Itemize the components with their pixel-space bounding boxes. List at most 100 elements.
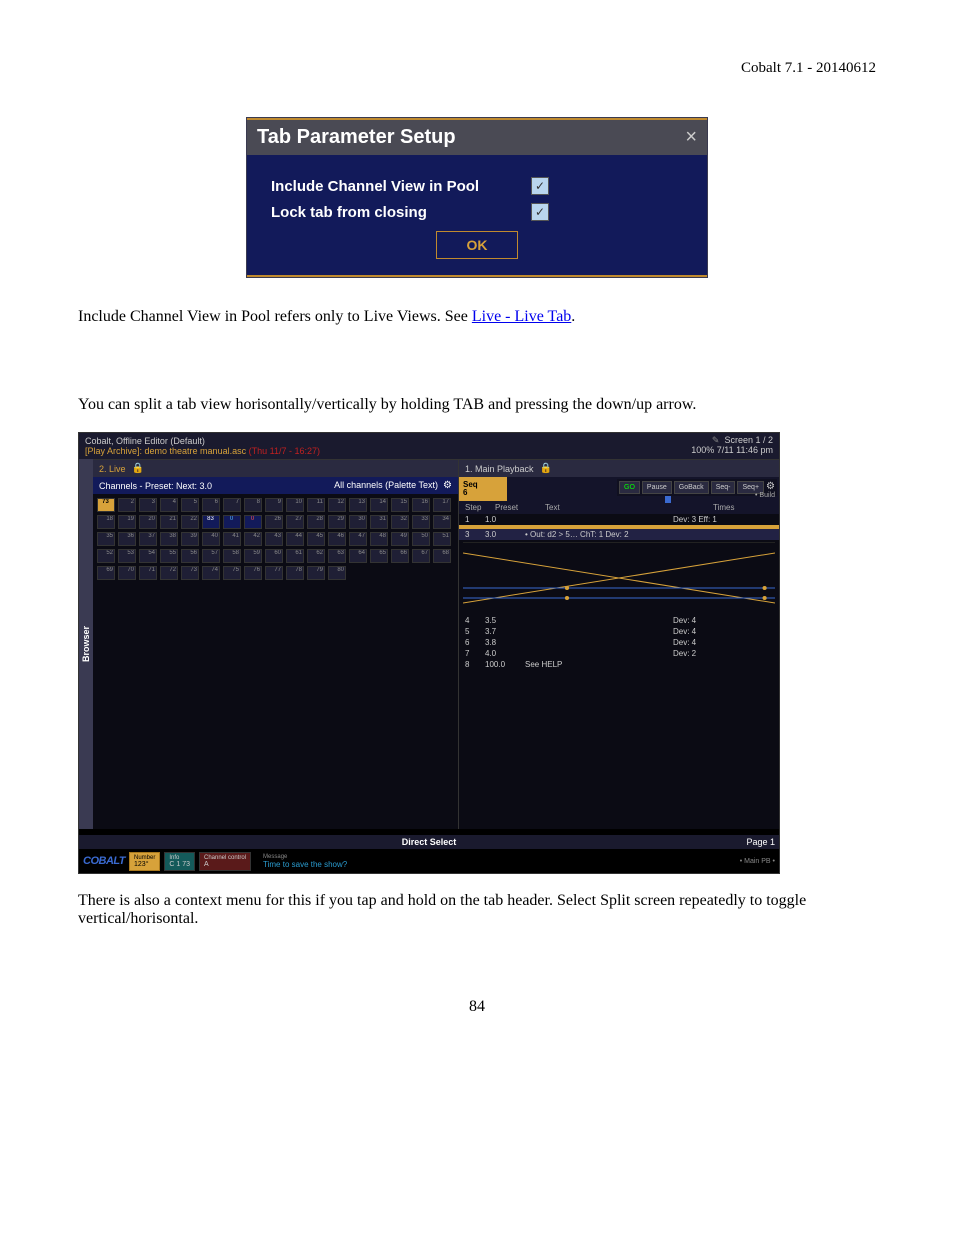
- channel-cell[interactable]: 62: [307, 549, 325, 563]
- goback-button[interactable]: GoBack: [674, 481, 709, 494]
- channel-cell[interactable]: 7: [223, 498, 241, 512]
- channel-cell[interactable]: 68: [433, 549, 451, 563]
- go-button[interactable]: GO: [619, 481, 640, 494]
- channel-cell[interactable]: 10: [286, 498, 304, 512]
- channel-cell[interactable]: 77: [265, 566, 283, 580]
- channel-cell[interactable]: 30: [349, 515, 367, 529]
- channel-cell[interactable]: 69: [97, 566, 115, 580]
- footer-channel-control[interactable]: Channel control A: [199, 852, 251, 871]
- cue-row[interactable]: 63.8Dev: 4: [459, 637, 779, 648]
- footer-info[interactable]: Info C 1 73: [164, 852, 195, 871]
- channel-cell[interactable]: 22: [181, 515, 199, 529]
- channel-cell[interactable]: 0: [223, 515, 241, 529]
- tab-main-playback[interactable]: 1. Main Playback 🔒: [459, 460, 779, 477]
- channel-cell[interactable]: 15: [391, 498, 409, 512]
- channel-cell[interactable]: 58: [223, 549, 241, 563]
- channel-cell[interactable]: 9: [265, 498, 283, 512]
- channel-cell[interactable]: 34: [433, 515, 451, 529]
- channel-cell[interactable]: 11: [307, 498, 325, 512]
- channel-cell[interactable]: 79: [307, 566, 325, 580]
- channel-cell[interactable]: 29: [328, 515, 346, 529]
- channel-cell[interactable]: 53: [118, 549, 136, 563]
- gear-icon[interactable]: ⚙: [443, 480, 452, 491]
- include-channel-checkbox[interactable]: ✓: [531, 177, 549, 195]
- channel-cell[interactable]: 71: [139, 566, 157, 580]
- channel-cell[interactable]: 73: [181, 566, 199, 580]
- cue-row[interactable]: 8100.0See HELP: [459, 659, 779, 670]
- channel-cell[interactable]: 74: [202, 566, 220, 580]
- channel-cell[interactable]: 64: [349, 549, 367, 563]
- seq-label[interactable]: Seq 6: [459, 477, 507, 501]
- channel-cell[interactable]: 6: [202, 498, 220, 512]
- channel-cell[interactable]: 45: [307, 532, 325, 546]
- channel-cell[interactable]: 18: [97, 515, 115, 529]
- channel-cell[interactable]: 38: [160, 532, 178, 546]
- channel-cell[interactable]: 31: [370, 515, 388, 529]
- channel-cell[interactable]: 50: [412, 532, 430, 546]
- channel-cell[interactable]: 52: [97, 549, 115, 563]
- channel-cell[interactable]: 44: [286, 532, 304, 546]
- channel-cell[interactable]: 47: [349, 532, 367, 546]
- channel-cell[interactable]: 32: [391, 515, 409, 529]
- cue-row[interactable]: 53.7Dev: 4: [459, 626, 779, 637]
- lock-tab-checkbox[interactable]: ✓: [531, 203, 549, 221]
- channel-cell[interactable]: 49: [391, 532, 409, 546]
- cue-row[interactable]: 11.0Dev: 3 Eff: 1: [459, 514, 779, 525]
- channel-cell[interactable]: 51: [433, 532, 451, 546]
- channel-cell[interactable]: 12: [328, 498, 346, 512]
- channel-cell[interactable]: 56: [181, 549, 199, 563]
- channel-cell[interactable]: 35: [97, 532, 115, 546]
- channel-cell[interactable]: 33: [412, 515, 430, 529]
- channel-cell[interactable]: 60: [265, 549, 283, 563]
- channel-cell[interactable]: 8: [244, 498, 262, 512]
- ok-button[interactable]: OK: [436, 231, 518, 259]
- channel-cell[interactable]: 39: [181, 532, 199, 546]
- channel-cell[interactable]: 2: [118, 498, 136, 512]
- channel-cell[interactable]: 13: [349, 498, 367, 512]
- direct-select-bar[interactable]: Direct Select Page 1: [79, 835, 779, 849]
- tab-live[interactable]: 2. Live 🔒: [93, 460, 458, 477]
- cue-row[interactable]: 43.5Dev: 4: [459, 615, 779, 626]
- channel-cell[interactable]: 48: [370, 532, 388, 546]
- channel-cell[interactable]: 78: [286, 566, 304, 580]
- seq-minus-button[interactable]: Seq-: [711, 481, 736, 494]
- channel-cell[interactable]: 0: [244, 515, 262, 529]
- channel-cell[interactable]: 83: [202, 515, 220, 529]
- channel-cell[interactable]: 76: [244, 566, 262, 580]
- channel-cell[interactable]: 55: [160, 549, 178, 563]
- channel-cell[interactable]: 80: [328, 566, 346, 580]
- channel-cell[interactable]: 41: [223, 532, 241, 546]
- close-icon[interactable]: ×: [685, 126, 697, 149]
- channel-cell[interactable]: 75: [223, 566, 241, 580]
- channel-cell[interactable]: 59: [244, 549, 262, 563]
- channel-cell[interactable]: 70: [118, 566, 136, 580]
- live-tab-link[interactable]: Live - Live Tab: [472, 308, 571, 325]
- channel-cell[interactable]: 3: [139, 498, 157, 512]
- channel-cell[interactable]: 63: [328, 549, 346, 563]
- channel-cell[interactable]: 28: [307, 515, 325, 529]
- channel-cell[interactable]: 54: [139, 549, 157, 563]
- channel-cell[interactable]: 14: [370, 498, 388, 512]
- channel-cell[interactable]: 27: [286, 515, 304, 529]
- channel-cell[interactable]: 16: [412, 498, 430, 512]
- channel-cell[interactable]: 67: [412, 549, 430, 563]
- cue-row[interactable]: 74.0Dev: 2: [459, 648, 779, 659]
- channel-cell[interactable]: 19: [118, 515, 136, 529]
- pause-button[interactable]: Pause: [642, 481, 672, 494]
- channel-cell[interactable]: 65: [370, 549, 388, 563]
- channel-cell[interactable]: 57: [202, 549, 220, 563]
- channel-cell[interactable]: 17: [433, 498, 451, 512]
- channel-cell[interactable]: 43: [265, 532, 283, 546]
- browser-sidebar[interactable]: Browser: [79, 459, 93, 829]
- cue-row[interactable]: 33.0• Out: d2 > 5… ChT: 1 Dev: 2: [459, 529, 779, 540]
- channel-cell[interactable]: 42: [244, 532, 262, 546]
- channel-cell[interactable]: 21: [160, 515, 178, 529]
- channel-cell[interactable]: 36: [118, 532, 136, 546]
- channel-cell[interactable]: 40: [202, 532, 220, 546]
- channel-cell[interactable]: 37: [139, 532, 157, 546]
- channel-cell[interactable]: 72: [160, 566, 178, 580]
- footer-number[interactable]: Number 123°: [129, 852, 160, 871]
- channel-cell[interactable]: 73: [97, 498, 115, 512]
- channel-cell[interactable]: 5: [181, 498, 199, 512]
- channel-cell[interactable]: 4: [160, 498, 178, 512]
